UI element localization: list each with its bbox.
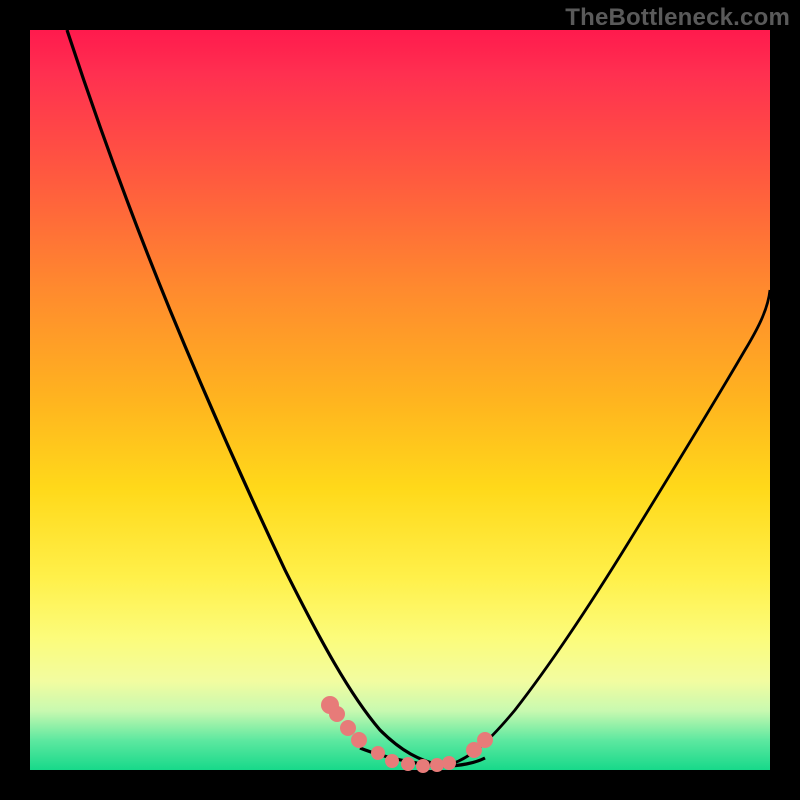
marker xyxy=(401,757,415,771)
curves-svg xyxy=(30,30,770,770)
marker xyxy=(340,720,356,736)
watermark-text: TheBottleneck.com xyxy=(565,4,790,32)
plot-area xyxy=(30,30,770,770)
marker xyxy=(442,756,456,770)
chart-frame: TheBottleneck.com xyxy=(0,0,800,800)
marker xyxy=(477,732,493,748)
marker xyxy=(351,732,367,748)
marker xyxy=(430,758,444,772)
marker xyxy=(385,754,399,768)
marker xyxy=(371,746,385,760)
marker xyxy=(329,706,345,722)
marker-group-bottom xyxy=(385,754,456,773)
right-curve xyxy=(445,290,770,766)
marker-group-left xyxy=(321,696,385,760)
marker-group-right xyxy=(466,732,493,758)
marker xyxy=(416,759,430,773)
left-curve xyxy=(67,30,445,766)
